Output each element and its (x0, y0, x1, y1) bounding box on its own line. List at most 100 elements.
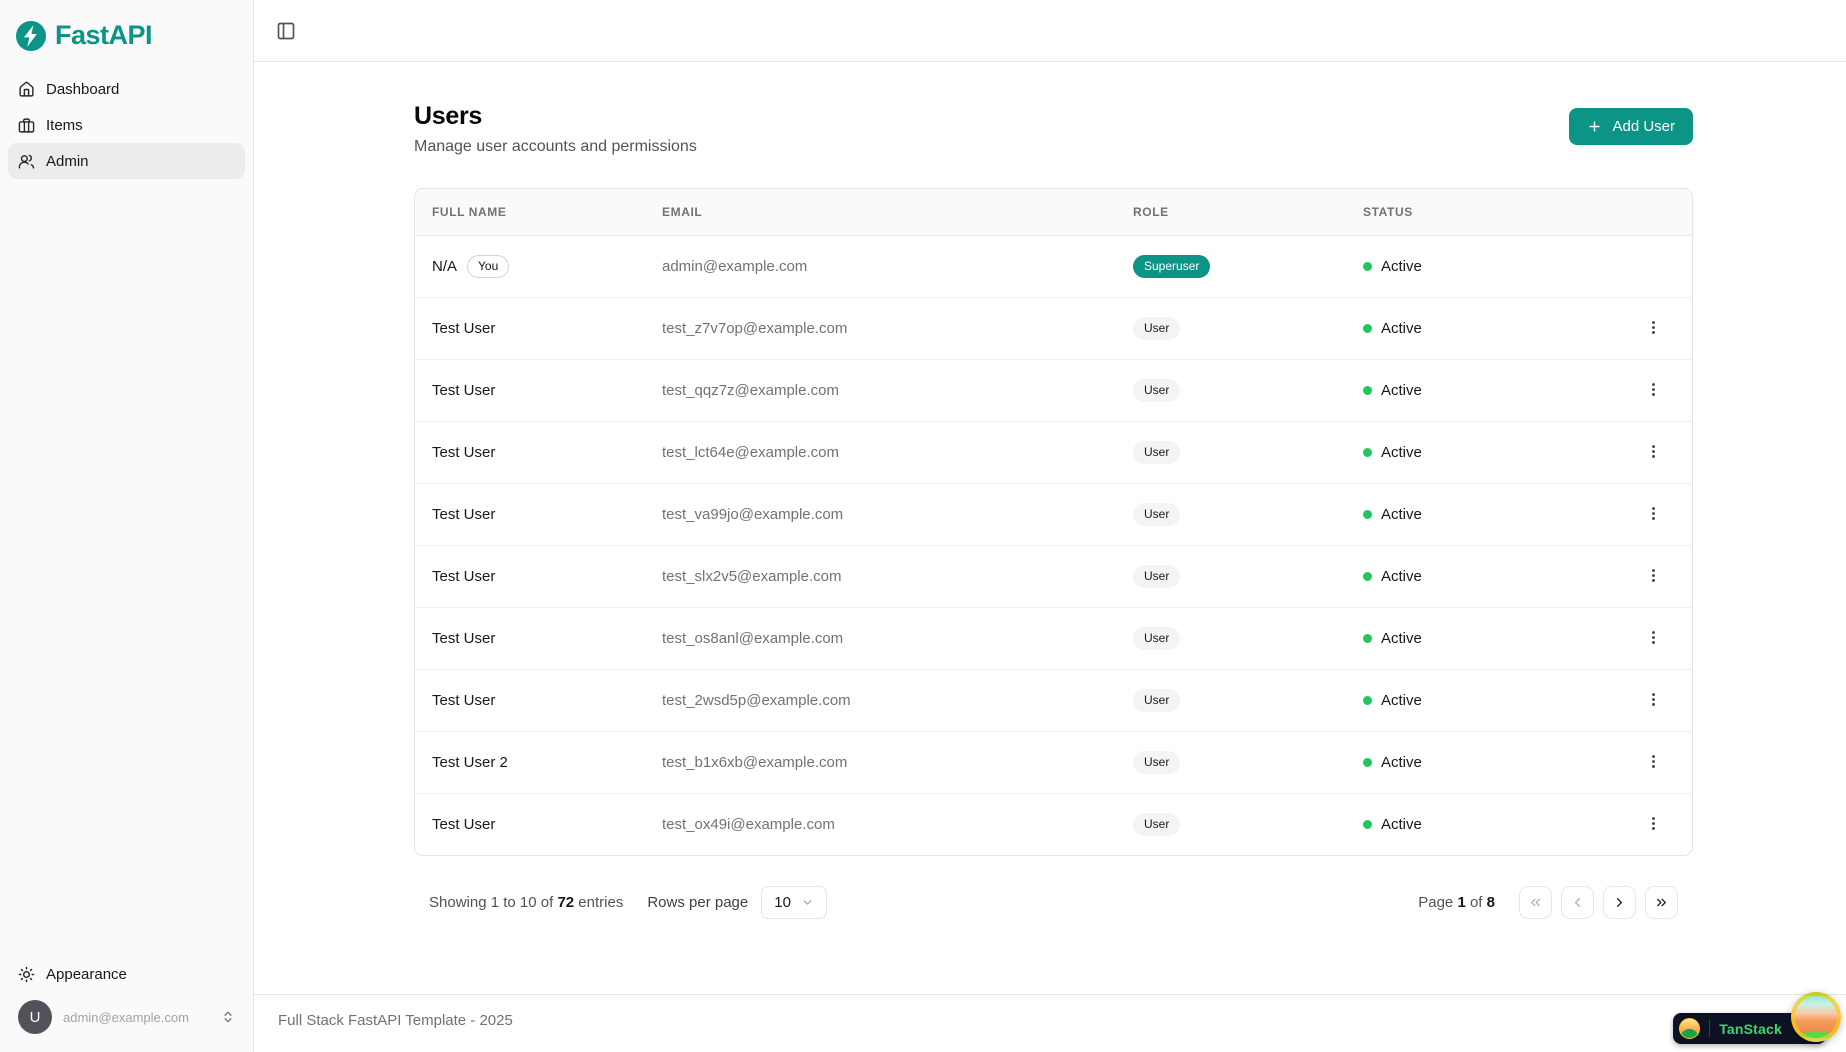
ellipsis-vertical-icon (1645, 319, 1662, 336)
user-email-cell: test_lct64e@example.com (645, 422, 1116, 484)
user-full-name: Test User (432, 630, 495, 647)
user-email-cell: test_2wsd5p@example.com (645, 670, 1116, 732)
table-row: Test User 2 test_b1x6xb@example.com User… (415, 732, 1692, 794)
chevrons-up-down-icon (221, 1010, 235, 1024)
sidebar-item-dashboard[interactable]: Dashboard (8, 71, 245, 107)
total-pages: 8 (1487, 894, 1495, 911)
sidebar-item-label: Admin (46, 153, 89, 170)
topbar (254, 0, 1846, 62)
table-row: N/A You admin@example.com Superuser Acti… (415, 236, 1692, 298)
chevron-right-icon (1612, 895, 1627, 910)
role-badge: User (1133, 441, 1180, 463)
ellipsis-vertical-icon (1645, 753, 1662, 770)
tanstack-logo-icon (1679, 1018, 1700, 1039)
row-menu-button[interactable] (1641, 377, 1666, 405)
row-menu-button[interactable] (1641, 315, 1666, 343)
user-email-cell: admin@example.com (645, 236, 1116, 298)
total-entries: 72 (557, 894, 574, 911)
status-label: Active (1381, 692, 1422, 709)
user-email-cell: test_b1x6xb@example.com (645, 732, 1116, 794)
main-area: Users Manage user accounts and permissio… (254, 0, 1846, 1052)
prev-page-button[interactable] (1561, 886, 1594, 919)
fastapi-logo-icon (16, 21, 46, 51)
user-email-cell: test_z7v7op@example.com (645, 298, 1116, 360)
page-info: Page 1 of 8 (1418, 894, 1495, 911)
status-dot-icon (1363, 696, 1372, 705)
rows-per-page-select[interactable]: 10 (761, 886, 827, 919)
table-row: Test User test_z7v7op@example.com User A… (415, 298, 1692, 360)
user-email-cell: test_os8anl@example.com (645, 608, 1116, 670)
row-menu-button[interactable] (1641, 563, 1666, 591)
panel-left-icon (276, 21, 296, 41)
table-row: Test User test_slx2v5@example.com User A… (415, 546, 1692, 608)
next-page-button[interactable] (1603, 886, 1636, 919)
chevron-down-icon (801, 896, 814, 909)
sidebar-toggle-button[interactable] (272, 17, 300, 45)
user-full-name: Test User (432, 320, 495, 337)
column-header-email: Email (645, 189, 1116, 236)
status-label: Active (1381, 816, 1422, 833)
row-menu-button[interactable] (1641, 687, 1666, 715)
rows-per-page-value: 10 (774, 894, 791, 911)
status-dot-icon (1363, 386, 1372, 395)
tanstack-router-devtools-button[interactable] (1791, 992, 1841, 1042)
status-dot-icon (1363, 510, 1372, 519)
showing-prefix: Showing 1 to 10 of (429, 894, 553, 911)
home-icon (18, 81, 35, 98)
sidebar-item-admin[interactable]: Admin (8, 143, 245, 179)
ellipsis-vertical-icon (1645, 567, 1662, 584)
page-subtitle: Manage user accounts and permissions (414, 138, 697, 156)
row-menu-button[interactable] (1641, 439, 1666, 467)
status-dot-icon (1363, 572, 1372, 581)
chevrons-right-icon (1654, 895, 1669, 910)
user-full-name: Test User (432, 568, 495, 585)
user-full-name: Test User 2 (432, 754, 508, 771)
page-footer: Full Stack FastAPI Template - 2025 (254, 994, 1846, 1052)
status-dot-icon (1363, 634, 1372, 643)
tanstack-label: TanStack (1719, 1021, 1782, 1037)
ellipsis-vertical-icon (1645, 815, 1662, 832)
divider (1709, 1020, 1710, 1037)
appearance-button[interactable]: Appearance (8, 956, 245, 992)
user-full-name: Test User (432, 816, 495, 833)
page-title: Users (414, 102, 697, 131)
sidebar-item-label: Dashboard (46, 81, 119, 98)
users-table-body: N/A You admin@example.com Superuser Acti… (415, 236, 1692, 856)
role-badge: User (1133, 813, 1180, 835)
row-menu-button[interactable] (1641, 811, 1666, 839)
table-row: Test User test_ox49i@example.com User Ac… (415, 794, 1692, 856)
add-user-label: Add User (1612, 118, 1675, 135)
status-label: Active (1381, 630, 1422, 647)
column-header-actions (1576, 189, 1692, 236)
user-full-name: Test User (432, 382, 495, 399)
chevrons-left-icon (1528, 895, 1543, 910)
row-menu-button[interactable] (1641, 749, 1666, 777)
table-header-row: Full Name Email Role Status (415, 189, 1692, 236)
sidebar-item-items[interactable]: Items (8, 107, 245, 143)
sidebar-nav: Dashboard Items Admin (0, 65, 253, 185)
of-label: of (1470, 894, 1483, 911)
user-menu-button[interactable]: U admin@example.com (8, 992, 245, 1044)
showing-entries-text: Showing 1 to 10 of 72 entries (429, 894, 623, 911)
first-page-button[interactable] (1519, 886, 1552, 919)
row-menu-button[interactable] (1641, 625, 1666, 653)
role-badge: User (1133, 317, 1180, 339)
briefcase-icon (18, 117, 35, 134)
last-page-button[interactable] (1645, 886, 1678, 919)
role-badge: Superuser (1133, 255, 1210, 277)
status-dot-icon (1363, 448, 1372, 457)
ellipsis-vertical-icon (1645, 691, 1662, 708)
table-row: Test User test_os8anl@example.com User A… (415, 608, 1692, 670)
role-badge: User (1133, 627, 1180, 649)
table-row: Test User test_va99jo@example.com User A… (415, 484, 1692, 546)
user-email-cell: test_slx2v5@example.com (645, 546, 1116, 608)
rows-per-page-label: Rows per page (647, 894, 748, 911)
status-dot-icon (1363, 324, 1372, 333)
row-menu-button[interactable] (1641, 501, 1666, 529)
column-header-role: Role (1116, 189, 1346, 236)
status-label: Active (1381, 258, 1422, 275)
brand-logo: FastAPI (0, 0, 253, 65)
pager-buttons (1519, 886, 1678, 919)
ellipsis-vertical-icon (1645, 505, 1662, 522)
add-user-button[interactable]: Add User (1569, 108, 1693, 145)
